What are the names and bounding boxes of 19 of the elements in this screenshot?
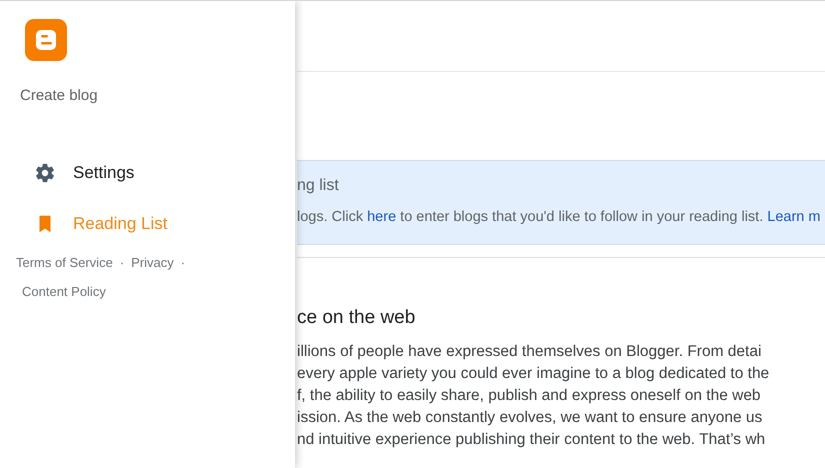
- footer-link[interactable]: Content Policy: [22, 283, 106, 300]
- drawer-item[interactable]: Settings: [0, 147, 295, 198]
- footer-link[interactable]: Privacy: [131, 254, 174, 271]
- footer-link[interactable]: Terms of Service: [16, 254, 113, 271]
- separator-dot: ·: [180, 254, 186, 271]
- learn-more-link[interactable]: Learn m: [767, 209, 820, 225]
- here-link[interactable]: here: [367, 209, 396, 225]
- body-text-line: nd intuitive experience publishing their content to the web. That’s wh: [297, 430, 766, 450]
- gear-icon: [34, 162, 56, 184]
- body-text-line: f, the ability to easily share, publish and express oneself on the web: [297, 386, 762, 406]
- separator-dot: ·: [120, 254, 124, 271]
- create-blog-link[interactable]: Create blog: [20, 87, 98, 104]
- banner-title: ng list: [297, 177, 340, 195]
- blogger-logo-icon[interactable]: [25, 19, 67, 61]
- body-text-line: every apple variety you could ever imagine to a blog dedicated to the: [297, 364, 770, 384]
- body-text-line: illions of people have expressed themselves on Blogger. From detai: [297, 342, 762, 362]
- banner-text: logs. Click here to enter blogs that you'd like to follow in your reading list. Learn m: [297, 209, 822, 225]
- section-heading: ce on the web: [297, 307, 416, 329]
- body-text-line: ission. As the web constantly evolves, we want to ensure anyone us: [297, 408, 764, 428]
